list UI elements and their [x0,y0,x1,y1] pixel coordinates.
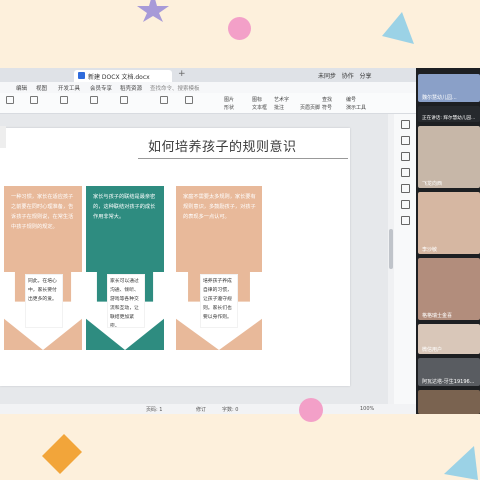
status-page: 页码: 1 [146,407,163,413]
participant-tile[interactable]: 李沙敏 [418,192,480,254]
blue-triangle-bottom-decoration [444,446,478,480]
ribbon-find[interactable]: 查找 [322,96,332,103]
side-tool-strip [394,114,416,404]
participant-tile[interactable]: 阿瓦达塔-牙生19196... [418,358,480,386]
align-icon[interactable] [90,96,98,104]
status-words: 字数: 0 [222,407,239,413]
side-tool-icon[interactable] [401,200,410,209]
document-tab[interactable]: 新建 DOCX 文档.docx [74,70,172,82]
menu-item-member[interactable]: 会员专享 [90,84,112,92]
format-icon[interactable] [6,96,14,104]
side-tool-icon[interactable] [401,168,410,177]
pink-circle-decoration [299,398,323,422]
side-tool-icon[interactable] [401,216,410,225]
ribbon-wordart[interactable]: 艺术字 [274,96,289,103]
menu-item-developer[interactable]: 开发工具 [58,84,80,92]
orange-diamond-decoration [42,434,82,474]
document-tab-title: 新建 DOCX 文档.docx [88,74,150,81]
paragraph-icon[interactable] [185,96,193,104]
participant-name: 飞龙向西 [422,181,443,187]
participant-name: 格格瑞士金喜 [422,313,453,319]
title-bar: 新建 DOCX 文档.docx + 未同步 协作 分享 [0,68,416,82]
wps-writer-window: 新建 DOCX 文档.docx + 未同步 协作 分享 编辑 视图 开发工具 会… [0,68,416,414]
pink-circle-decoration [228,17,251,40]
scrollbar-thumb[interactable] [389,229,393,269]
collab-button[interactable]: 协作 [342,73,354,80]
ribbon-symbol[interactable]: 符号 [322,104,332,111]
card-3-box-text: 培养孩子养成自律的习惯，让孩子遵守规则。家长们也要以身作则。 [200,274,238,328]
indent-icon[interactable] [120,96,128,104]
card-1-text: 一种习惯，家长在适应孩子之前要在同时心理准备，告诉孩子在规则说，在常生活中孩子规… [11,194,74,230]
style-icon[interactable] [160,96,168,104]
status-bar: 页码: 1 修订 字数: 0 100% [0,404,416,414]
menu-item-docer[interactable]: 稻壳资源 [120,84,142,92]
side-tool-icon[interactable] [401,120,410,129]
ribbon-icon[interactable]: 图标 [252,96,262,103]
new-tab-button[interactable]: + [178,69,186,79]
menu-item-view[interactable]: 视图 [36,84,47,92]
card-3-text: 家庭不需要太多规则，家长要有规则意识，多鼓励孩子，对孩子的表现多一点认可。 [183,194,256,220]
ribbon-numbering[interactable]: 编号 [346,96,356,103]
participant-name: 微信用户 [422,347,443,353]
sync-status[interactable]: 未同步 [318,73,336,80]
participant-tile[interactable]: 飞龙向西 [418,126,480,188]
purple-star-decoration [137,0,169,22]
ribbon-header-footer[interactable]: 页眉页脚 [300,104,320,111]
slide-card-2: 家长与孩子的联结是最亲密的，这种联结对孩子的成长作用非常大。 家长可以通过沟通、… [86,186,164,350]
slide-card-3: 家庭不需要太多规则，家长要有规则意识，多鼓励孩子，对孩子的表现多一点认可。 培养… [176,186,262,350]
side-tool-icon[interactable] [401,136,410,145]
card-1-box-text: 同此，在培心中，家长要付出更多的爱。 [25,274,63,328]
speaking-indicator: 正在讲话: 辉尔慧幼儿园... [418,106,480,122]
document-icon [78,72,85,79]
ribbon-shape[interactable]: 形状 [224,104,234,111]
ribbon-textbox[interactable]: 文本框 [252,104,267,111]
speaking-label: 正在讲话: 辉尔慧幼儿园... [422,116,476,121]
share-button[interactable]: 分享 [360,73,372,80]
ribbon-presentation[interactable]: 演示工具 [346,104,366,111]
ribbon-comment[interactable]: 批注 [274,104,284,111]
bold-icon[interactable] [60,96,68,104]
status-revise[interactable]: 修订 [196,406,206,413]
ribbon-picture[interactable]: 图片 [224,96,234,103]
side-tool-icon[interactable] [401,152,410,161]
slide-card-1: 一种习惯，家长在适应孩子之前要在同时心理准备，告诉孩子在规则说，在常生活中孩子规… [4,186,82,350]
menu-bar: 编辑 视图 开发工具 会员专享 稻壳资源 查找命令、搜索模板 [0,82,416,93]
pink-circle-decoration [0,126,6,148]
font-icon[interactable] [30,96,38,104]
ribbon-toolbar: 图片 形状 图标 文本框 艺术字 批注 页眉页脚 查找 符号 编号 演示工具 [0,93,416,114]
card-2-box-text: 家长可以通过沟通、倾听、游戏等各种交流和互动，让联结更加紧密。 [107,274,145,328]
title-actions: 未同步 协作 分享 [318,71,372,80]
slide-title: 如何培养孩子的规则意识 [148,140,297,155]
document-canvas: 如何培养孩子的规则意识 一种习惯，家长在适应孩子之前要在同时心理准备，告诉孩子在… [0,114,416,404]
zoom-level[interactable]: 100% [360,406,374,412]
participant-tile[interactable]: 微信用户 [418,324,480,354]
side-tool-icon[interactable] [401,184,410,193]
participant-tile[interactable] [418,390,480,414]
screen-capture: 新建 DOCX 文档.docx + 未同步 协作 分享 编辑 视图 开发工具 会… [0,68,480,414]
participant-tile[interactable]: 魏尔慧幼儿园... [418,74,480,102]
title-underline [138,158,348,159]
inserted-slide-image: 如何培养孩子的规则意识 一种习惯，家长在适应孩子之前要在同时心理准备，告诉孩子在… [0,128,350,386]
participant-name: 魏尔慧幼儿园... [422,95,457,101]
menu-item-edit[interactable]: 编辑 [16,84,27,92]
card-2-text: 家长与孩子的联结是最亲密的，这种联结对孩子的成长作用非常大。 [93,194,156,220]
command-search[interactable]: 查找命令、搜索模板 [150,84,200,92]
participant-tile[interactable]: 格格瑞士金喜 [418,258,480,320]
participant-name: 李沙敏 [422,247,438,253]
meeting-participant-panel: 魏尔慧幼儿园... 正在讲话: 辉尔慧幼儿园... 飞龙向西 李沙敏 格格瑞士金… [416,68,480,414]
blue-triangle-decoration [382,12,414,44]
participant-name: 阿瓦达塔-牙生19196... [422,379,475,385]
